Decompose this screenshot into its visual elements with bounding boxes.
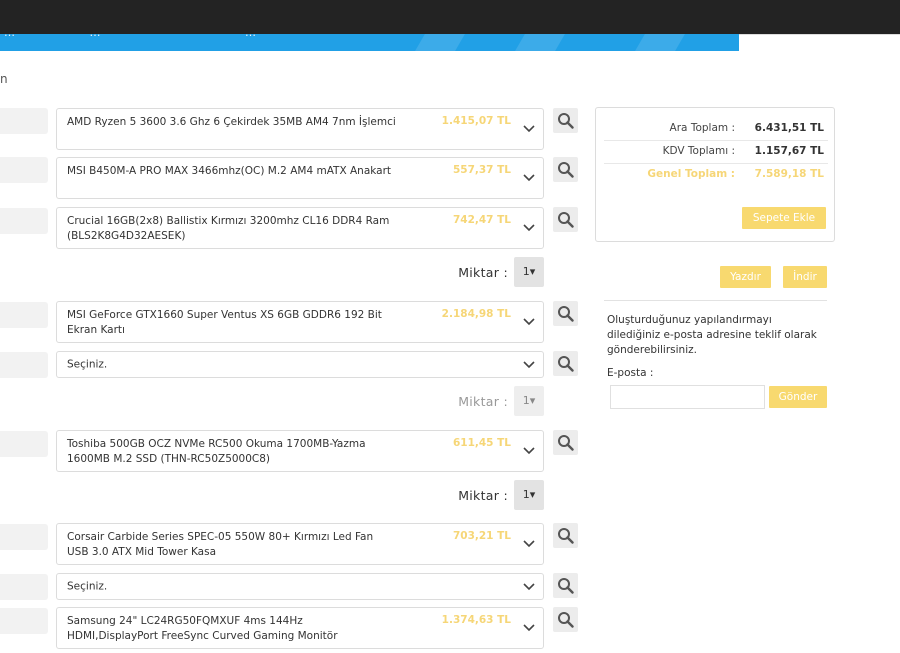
summary-divider: [604, 140, 828, 141]
search-button[interactable]: [553, 108, 578, 133]
quantity-select[interactable]: 1▾: [514, 386, 544, 416]
product-select-monitor[interactable]: Samsung 24" LC24RG50FQMXUF 4ms 144Hz HDM…: [56, 607, 544, 649]
search-button[interactable]: [553, 523, 578, 548]
product-name: Samsung 24" LC24RG50FQMXUF 4ms 144Hz HDM…: [67, 615, 338, 642]
product-name: Crucial 16GB(2x8) Ballistix Kırmızı 3200…: [67, 215, 390, 242]
product-price: 703,21 TL: [452, 530, 511, 542]
nav-item[interactable]: …: [245, 34, 257, 39]
product-select-ram[interactable]: Crucial 16GB(2x8) Ballistix Kırmızı 3200…: [56, 207, 544, 249]
site-navigation-bar: … … …: [0, 34, 739, 51]
subtotal-label: Ara Toplam :: [669, 122, 735, 134]
search-button[interactable]: [553, 573, 578, 598]
quantity-label: Miktar :: [458, 394, 508, 409]
product-name: MSI GeForce GTX1660 Super Ventus XS 6GB …: [67, 309, 382, 336]
product-name: Seçiniz.: [67, 358, 108, 370]
download-button[interactable]: İndir: [783, 266, 827, 288]
vat-row: KDV Toplamı : 1.157,67 TL: [596, 145, 836, 163]
product-select-motherboard[interactable]: MSI B450M-A PRO MAX 3466mhz(OC) M.2 AM4 …: [56, 157, 544, 199]
send-button[interactable]: Gönder: [769, 386, 827, 408]
email-label: E-posta :: [607, 367, 654, 379]
category-cell: [0, 352, 48, 378]
category-cell: [0, 208, 48, 234]
product-select-empty[interactable]: Seçiniz.: [56, 573, 544, 600]
vat-value: 1.157,67 TL: [754, 145, 824, 157]
category-cell: [0, 302, 48, 328]
quantity-label: Miktar :: [458, 265, 508, 280]
chevron-down-icon[interactable]: [523, 540, 535, 548]
nav-decoration: [515, 34, 565, 51]
search-icon: [558, 528, 574, 544]
browser-top-bar: [0, 0, 900, 34]
search-button[interactable]: [553, 207, 578, 232]
search-icon: [558, 356, 574, 372]
grand-total-row: Genel Toplam : 7.589,18 TL: [596, 168, 836, 186]
nav-decoration: [415, 34, 465, 51]
product-select-gpu[interactable]: MSI GeForce GTX1660 Super Ventus XS 6GB …: [56, 301, 544, 343]
product-name: AMD Ryzen 5 3600 3.6 Ghz 6 Çekirdek 35MB…: [67, 116, 396, 128]
summary-divider: [604, 163, 828, 164]
search-icon: [558, 435, 574, 451]
section-divider: [604, 300, 827, 301]
chevron-down-icon[interactable]: [523, 624, 535, 632]
product-select-case[interactable]: Corsair Carbide Series SPEC-05 550W 80+ …: [56, 523, 544, 565]
product-price: 2.184,98 TL: [441, 308, 511, 320]
email-field[interactable]: [610, 385, 765, 409]
header-divider: [739, 34, 900, 35]
product-name: MSI B450M-A PRO MAX 3466mhz(OC) M.2 AM4 …: [67, 165, 392, 177]
search-button[interactable]: [553, 301, 578, 326]
product-price: 557,37 TL: [452, 164, 511, 176]
chevron-down-icon[interactable]: [523, 318, 535, 326]
product-price: 1.415,07 TL: [441, 115, 511, 127]
email-info-text: Oluşturduğunuz yapılandırmayı dilediğini…: [607, 314, 817, 356]
search-icon: [558, 612, 574, 628]
search-icon: [558, 306, 574, 322]
print-button[interactable]: Yazdır: [720, 266, 771, 288]
nav-item[interactable]: …: [90, 34, 102, 39]
search-icon: [558, 212, 574, 228]
search-icon: [558, 578, 574, 594]
product-price: 742,47 TL: [452, 214, 511, 226]
add-to-cart-button[interactable]: Sepete Ekle: [742, 207, 826, 229]
subtotal-row: Ara Toplam : 6.431,51 TL: [596, 122, 836, 140]
grand-total-label: Genel Toplam :: [647, 168, 735, 180]
product-select-ssd[interactable]: Toshiba 500GB OCZ NVMe RC500 Okuma 1700M…: [56, 430, 544, 472]
chevron-down-icon[interactable]: [523, 447, 535, 455]
category-cell: [0, 608, 48, 634]
quantity-select[interactable]: 1▾: [514, 480, 544, 510]
chevron-down-icon[interactable]: [523, 125, 535, 133]
chevron-down-icon[interactable]: [523, 174, 535, 182]
search-icon: [558, 113, 574, 129]
product-select-cpu[interactable]: AMD Ryzen 5 3600 3.6 Ghz 6 Çekirdek 35MB…: [56, 108, 544, 150]
category-cell: [0, 524, 48, 550]
search-button[interactable]: [553, 607, 578, 632]
chevron-down-icon[interactable]: [523, 360, 535, 369]
price-summary: Ara Toplam : 6.431,51 TL KDV Toplamı : 1…: [595, 107, 835, 242]
product-name: Toshiba 500GB OCZ NVMe RC500 Okuma 1700M…: [67, 438, 366, 465]
grand-total-value: 7.589,18 TL: [754, 168, 824, 180]
category-cell: [0, 157, 48, 183]
search-button[interactable]: [553, 430, 578, 455]
quantity-select[interactable]: 1▾: [514, 257, 544, 287]
nav-links[interactable]: … … …: [0, 34, 287, 39]
search-button[interactable]: [553, 351, 578, 376]
search-icon: [558, 162, 574, 178]
nav-item[interactable]: …: [4, 34, 16, 39]
nav-decoration: [635, 34, 685, 51]
page-fragment: n: [0, 72, 8, 86]
quantity-label: Miktar :: [458, 488, 508, 503]
subtotal-value: 6.431,51 TL: [754, 122, 824, 134]
product-name: Corsair Carbide Series SPEC-05 550W 80+ …: [67, 531, 374, 558]
category-cell: [0, 108, 48, 134]
product-name: Seçiniz.: [67, 580, 108, 592]
product-select-empty[interactable]: Seçiniz.: [56, 351, 544, 378]
category-cell: [0, 574, 48, 600]
chevron-down-icon[interactable]: [523, 224, 535, 232]
product-price: 611,45 TL: [452, 437, 511, 449]
search-button[interactable]: [553, 157, 578, 182]
vat-label: KDV Toplamı :: [662, 145, 735, 157]
product-price: 1.374,63 TL: [441, 614, 511, 626]
category-cell: [0, 431, 48, 457]
chevron-down-icon[interactable]: [523, 582, 535, 591]
